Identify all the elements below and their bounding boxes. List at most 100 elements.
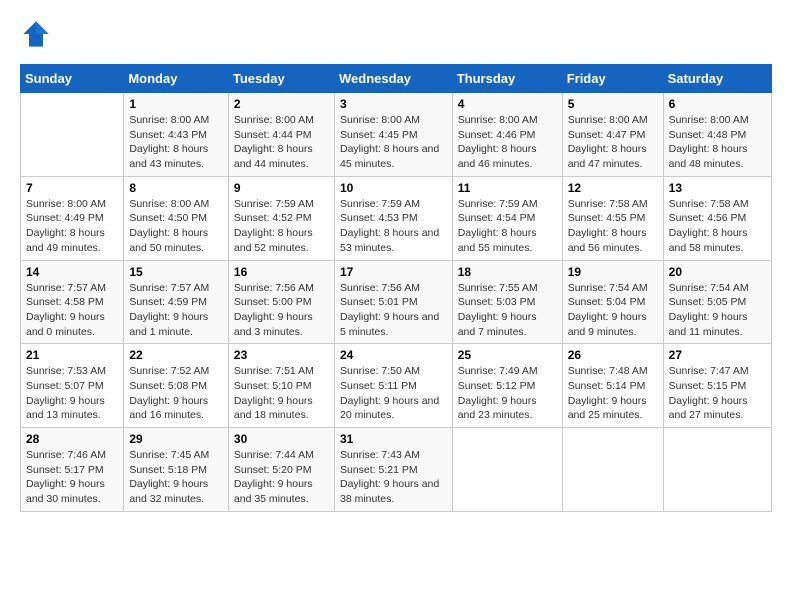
- day-number: 7: [26, 181, 118, 195]
- page-header: [20, 20, 772, 48]
- weekday-header-thursday: Thursday: [452, 65, 562, 93]
- calendar-cell: 4 Sunrise: 8:00 AMSunset: 4:46 PMDayligh…: [452, 93, 562, 177]
- calendar-cell: 31 Sunrise: 7:43 AMSunset: 5:21 PMDaylig…: [334, 428, 452, 512]
- calendar-week-2: 7 Sunrise: 8:00 AMSunset: 4:49 PMDayligh…: [21, 176, 772, 260]
- calendar-week-1: 1 Sunrise: 8:00 AMSunset: 4:43 PMDayligh…: [21, 93, 772, 177]
- day-number: 30: [234, 432, 329, 446]
- calendar-cell: [663, 428, 771, 512]
- day-number: 27: [669, 348, 766, 362]
- day-number: 14: [26, 265, 118, 279]
- calendar-cell: 15 Sunrise: 7:57 AMSunset: 4:59 PMDaylig…: [124, 260, 229, 344]
- calendar-table: SundayMondayTuesdayWednesdayThursdayFrid…: [20, 64, 772, 512]
- calendar-cell: 30 Sunrise: 7:44 AMSunset: 5:20 PMDaylig…: [228, 428, 334, 512]
- calendar-cell: 12 Sunrise: 7:58 AMSunset: 4:55 PMDaylig…: [562, 176, 663, 260]
- calendar-cell: 29 Sunrise: 7:45 AMSunset: 5:18 PMDaylig…: [124, 428, 229, 512]
- day-detail: Sunrise: 7:48 AMSunset: 5:14 PMDaylight:…: [568, 364, 658, 423]
- day-number: 26: [568, 348, 658, 362]
- day-detail: Sunrise: 7:54 AMSunset: 5:05 PMDaylight:…: [669, 281, 766, 340]
- logo-icon: [22, 20, 50, 48]
- day-number: 6: [669, 97, 766, 111]
- day-detail: Sunrise: 8:00 AMSunset: 4:49 PMDaylight:…: [26, 197, 118, 256]
- day-number: 3: [340, 97, 447, 111]
- day-detail: Sunrise: 7:49 AMSunset: 5:12 PMDaylight:…: [458, 364, 557, 423]
- calendar-cell: 18 Sunrise: 7:55 AMSunset: 5:03 PMDaylig…: [452, 260, 562, 344]
- day-detail: Sunrise: 7:52 AMSunset: 5:08 PMDaylight:…: [129, 364, 223, 423]
- calendar-cell: 21 Sunrise: 7:53 AMSunset: 5:07 PMDaylig…: [21, 344, 124, 428]
- day-detail: Sunrise: 7:46 AMSunset: 5:17 PMDaylight:…: [26, 448, 118, 507]
- calendar-cell: 27 Sunrise: 7:47 AMSunset: 5:15 PMDaylig…: [663, 344, 771, 428]
- day-number: 24: [340, 348, 447, 362]
- day-number: 2: [234, 97, 329, 111]
- day-number: 13: [669, 181, 766, 195]
- day-detail: Sunrise: 8:00 AMSunset: 4:44 PMDaylight:…: [234, 113, 329, 172]
- day-detail: Sunrise: 8:00 AMSunset: 4:47 PMDaylight:…: [568, 113, 658, 172]
- calendar-cell: 17 Sunrise: 7:56 AMSunset: 5:01 PMDaylig…: [334, 260, 452, 344]
- day-detail: Sunrise: 7:59 AMSunset: 4:54 PMDaylight:…: [458, 197, 557, 256]
- day-number: 22: [129, 348, 223, 362]
- calendar-cell: 16 Sunrise: 7:56 AMSunset: 5:00 PMDaylig…: [228, 260, 334, 344]
- calendar-cell: 23 Sunrise: 7:51 AMSunset: 5:10 PMDaylig…: [228, 344, 334, 428]
- day-detail: Sunrise: 7:56 AMSunset: 5:00 PMDaylight:…: [234, 281, 329, 340]
- day-number: 8: [129, 181, 223, 195]
- calendar-cell: 26 Sunrise: 7:48 AMSunset: 5:14 PMDaylig…: [562, 344, 663, 428]
- weekday-header-sunday: Sunday: [21, 65, 124, 93]
- day-number: 20: [669, 265, 766, 279]
- day-detail: Sunrise: 7:47 AMSunset: 5:15 PMDaylight:…: [669, 364, 766, 423]
- day-detail: Sunrise: 8:00 AMSunset: 4:48 PMDaylight:…: [669, 113, 766, 172]
- calendar-cell: 25 Sunrise: 7:49 AMSunset: 5:12 PMDaylig…: [452, 344, 562, 428]
- calendar-cell: 7 Sunrise: 8:00 AMSunset: 4:49 PMDayligh…: [21, 176, 124, 260]
- weekday-header-tuesday: Tuesday: [228, 65, 334, 93]
- calendar-week-4: 21 Sunrise: 7:53 AMSunset: 5:07 PMDaylig…: [21, 344, 772, 428]
- day-number: 25: [458, 348, 557, 362]
- day-detail: Sunrise: 7:55 AMSunset: 5:03 PMDaylight:…: [458, 281, 557, 340]
- calendar-header-row: SundayMondayTuesdayWednesdayThursdayFrid…: [21, 65, 772, 93]
- day-number: 17: [340, 265, 447, 279]
- day-detail: Sunrise: 7:59 AMSunset: 4:53 PMDaylight:…: [340, 197, 447, 256]
- day-number: 9: [234, 181, 329, 195]
- calendar-cell: [21, 93, 124, 177]
- day-number: 21: [26, 348, 118, 362]
- day-detail: Sunrise: 7:43 AMSunset: 5:21 PMDaylight:…: [340, 448, 447, 507]
- calendar-cell: 28 Sunrise: 7:46 AMSunset: 5:17 PMDaylig…: [21, 428, 124, 512]
- day-detail: Sunrise: 7:57 AMSunset: 4:58 PMDaylight:…: [26, 281, 118, 340]
- day-number: 10: [340, 181, 447, 195]
- day-number: 28: [26, 432, 118, 446]
- day-detail: Sunrise: 7:53 AMSunset: 5:07 PMDaylight:…: [26, 364, 118, 423]
- calendar-cell: 8 Sunrise: 8:00 AMSunset: 4:50 PMDayligh…: [124, 176, 229, 260]
- day-detail: Sunrise: 8:00 AMSunset: 4:46 PMDaylight:…: [458, 113, 557, 172]
- calendar-cell: 9 Sunrise: 7:59 AMSunset: 4:52 PMDayligh…: [228, 176, 334, 260]
- day-number: 18: [458, 265, 557, 279]
- calendar-cell: 24 Sunrise: 7:50 AMSunset: 5:11 PMDaylig…: [334, 344, 452, 428]
- weekday-header-wednesday: Wednesday: [334, 65, 452, 93]
- day-number: 12: [568, 181, 658, 195]
- day-number: 16: [234, 265, 329, 279]
- day-detail: Sunrise: 7:50 AMSunset: 5:11 PMDaylight:…: [340, 364, 447, 423]
- day-number: 31: [340, 432, 447, 446]
- day-detail: Sunrise: 7:58 AMSunset: 4:55 PMDaylight:…: [568, 197, 658, 256]
- day-number: 23: [234, 348, 329, 362]
- weekday-header-friday: Friday: [562, 65, 663, 93]
- calendar-cell: 3 Sunrise: 8:00 AMSunset: 4:45 PMDayligh…: [334, 93, 452, 177]
- day-number: 15: [129, 265, 223, 279]
- calendar-cell: 5 Sunrise: 8:00 AMSunset: 4:47 PMDayligh…: [562, 93, 663, 177]
- calendar-cell: 13 Sunrise: 7:58 AMSunset: 4:56 PMDaylig…: [663, 176, 771, 260]
- day-detail: Sunrise: 8:00 AMSunset: 4:45 PMDaylight:…: [340, 113, 447, 172]
- day-detail: Sunrise: 7:56 AMSunset: 5:01 PMDaylight:…: [340, 281, 447, 340]
- day-detail: Sunrise: 7:44 AMSunset: 5:20 PMDaylight:…: [234, 448, 329, 507]
- calendar-cell: 11 Sunrise: 7:59 AMSunset: 4:54 PMDaylig…: [452, 176, 562, 260]
- calendar-cell: 14 Sunrise: 7:57 AMSunset: 4:58 PMDaylig…: [21, 260, 124, 344]
- calendar-cell: [562, 428, 663, 512]
- weekday-header-saturday: Saturday: [663, 65, 771, 93]
- day-detail: Sunrise: 7:59 AMSunset: 4:52 PMDaylight:…: [234, 197, 329, 256]
- day-detail: Sunrise: 7:54 AMSunset: 5:04 PMDaylight:…: [568, 281, 658, 340]
- day-number: 5: [568, 97, 658, 111]
- calendar-cell: 19 Sunrise: 7:54 AMSunset: 5:04 PMDaylig…: [562, 260, 663, 344]
- logo: [20, 20, 50, 48]
- calendar-week-5: 28 Sunrise: 7:46 AMSunset: 5:17 PMDaylig…: [21, 428, 772, 512]
- calendar-cell: 10 Sunrise: 7:59 AMSunset: 4:53 PMDaylig…: [334, 176, 452, 260]
- calendar-cell: 20 Sunrise: 7:54 AMSunset: 5:05 PMDaylig…: [663, 260, 771, 344]
- day-detail: Sunrise: 7:57 AMSunset: 4:59 PMDaylight:…: [129, 281, 223, 340]
- calendar-cell: 2 Sunrise: 8:00 AMSunset: 4:44 PMDayligh…: [228, 93, 334, 177]
- day-number: 4: [458, 97, 557, 111]
- day-detail: Sunrise: 8:00 AMSunset: 4:43 PMDaylight:…: [129, 113, 223, 172]
